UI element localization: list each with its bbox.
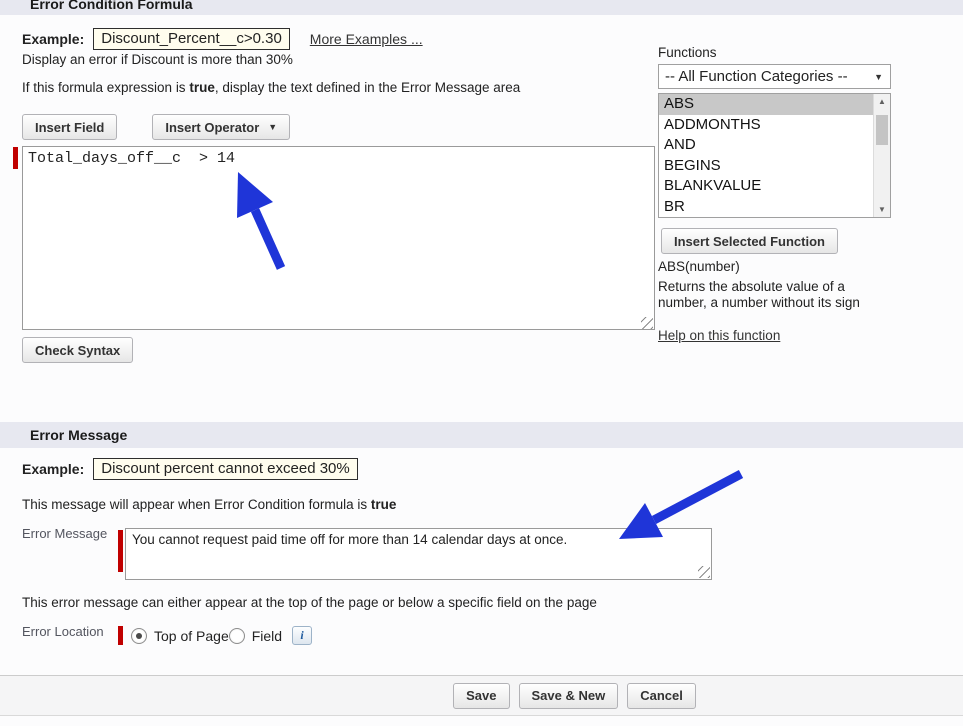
cancel-button[interactable]: Cancel xyxy=(627,683,696,709)
radio-field[interactable] xyxy=(229,628,245,644)
help-on-function-link[interactable]: Help on this function xyxy=(658,328,780,343)
function-list-item[interactable]: BEGINS xyxy=(659,156,890,177)
error-message-textarea[interactable]: You cannot request paid time off for mor… xyxy=(125,528,712,580)
check-syntax-button[interactable]: Check Syntax xyxy=(22,337,133,363)
save-button[interactable]: Save xyxy=(453,683,509,709)
function-list-item[interactable]: BR xyxy=(659,197,890,218)
message-instruction: This message will appear when Error Cond… xyxy=(22,497,396,512)
check-syntax-label: Check Syntax xyxy=(35,343,120,358)
required-indicator-formula xyxy=(13,147,18,169)
error-message-field-label: Error Message xyxy=(22,526,107,541)
save-label: Save xyxy=(466,688,496,703)
scroll-down-icon[interactable]: ▼ xyxy=(874,202,890,217)
validation-rule-editor: Error Condition Formula Example: Discoun… xyxy=(0,0,963,726)
function-list-item[interactable]: ABS xyxy=(659,94,890,115)
error-location-field-label: Error Location xyxy=(22,624,104,639)
function-category-select[interactable]: -- All Function Categories -- ▼ xyxy=(658,64,891,89)
function-category-value: -- All Function Categories -- xyxy=(665,68,848,85)
required-indicator-location xyxy=(118,626,123,645)
function-description: Returns the absolute value of a number, … xyxy=(658,279,876,311)
instruction-bold-word: true xyxy=(189,80,215,95)
instruction-text-after: , display the text defined in the Error … xyxy=(215,80,520,95)
resize-grip-icon[interactable] xyxy=(641,317,653,329)
formula-textarea[interactable]: Total_days_off__c > 14 xyxy=(22,146,655,330)
chevron-down-icon: ▼ xyxy=(874,72,883,82)
resize-grip-icon[interactable] xyxy=(698,566,710,578)
insert-field-label: Insert Field xyxy=(35,120,104,135)
instruction-bold-word: true xyxy=(371,497,397,512)
insert-selected-function-button[interactable]: Insert Selected Function xyxy=(661,228,838,254)
error-location-radio-group: Top of Page Field i xyxy=(131,626,312,645)
insert-operator-button[interactable]: Insert Operator ▼ xyxy=(152,114,290,140)
example-label: Example: xyxy=(22,31,84,47)
save-and-new-label: Save & New xyxy=(532,688,606,703)
error-location-note: This error message can either appear at … xyxy=(22,595,597,610)
formula-example-box: Discount_Percent__c>0.30 xyxy=(93,28,290,50)
scrollbar[interactable]: ▲ ▼ xyxy=(873,94,890,217)
formula-example-description: Display an error if Discount is more tha… xyxy=(22,52,293,67)
radio-field-label[interactable]: Field xyxy=(252,628,282,644)
save-and-new-button[interactable]: Save & New xyxy=(519,683,619,709)
section-title: Error Condition Formula xyxy=(30,0,963,12)
formula-example-row: Example: Discount_Percent__c>0.30 More E… xyxy=(22,28,423,50)
formula-instruction: If this formula expression is true, disp… xyxy=(22,80,520,95)
scrollbar-thumb[interactable] xyxy=(876,115,888,145)
instruction-text-before: If this formula expression is xyxy=(22,80,189,95)
example-label: Example: xyxy=(22,461,84,477)
insert-field-button[interactable]: Insert Field xyxy=(22,114,117,140)
required-indicator-message xyxy=(118,530,123,572)
cancel-label: Cancel xyxy=(640,688,683,703)
function-list-item[interactable]: BLANKVALUE xyxy=(659,176,890,197)
message-example-box: Discount percent cannot exceed 30% xyxy=(93,458,358,480)
insert-operator-label: Insert Operator xyxy=(165,120,259,135)
instruction-text-before: This message will appear when Error Cond… xyxy=(22,497,371,512)
function-list-item[interactable]: ADDMONTHS xyxy=(659,115,890,136)
functions-label: Functions xyxy=(658,45,717,60)
section-header-error-message: Error Message xyxy=(0,422,963,448)
radio-top-of-page-label[interactable]: Top of Page xyxy=(154,628,229,644)
function-signature: ABS(number) xyxy=(658,259,740,274)
section-header-error-condition-formula: Error Condition Formula xyxy=(0,0,963,15)
more-examples-link[interactable]: More Examples ... xyxy=(310,31,423,47)
chevron-down-icon: ▼ xyxy=(268,122,277,132)
message-example-row: Example: Discount percent cannot exceed … xyxy=(22,458,358,480)
radio-top-of-page[interactable] xyxy=(131,628,147,644)
footer-button-bar: Save Save & New Cancel xyxy=(0,675,963,716)
function-list-item[interactable]: AND xyxy=(659,135,890,156)
function-listbox: ABS ADDMONTHS AND BEGINS BLANKVALUE BR ▲… xyxy=(658,93,891,218)
info-icon[interactable]: i xyxy=(292,626,312,645)
insert-selected-function-label: Insert Selected Function xyxy=(674,234,825,249)
formula-toolbar: Insert Field Insert Operator ▼ xyxy=(22,114,290,140)
section-title: Error Message xyxy=(30,427,963,443)
scroll-up-icon[interactable]: ▲ xyxy=(874,94,890,109)
